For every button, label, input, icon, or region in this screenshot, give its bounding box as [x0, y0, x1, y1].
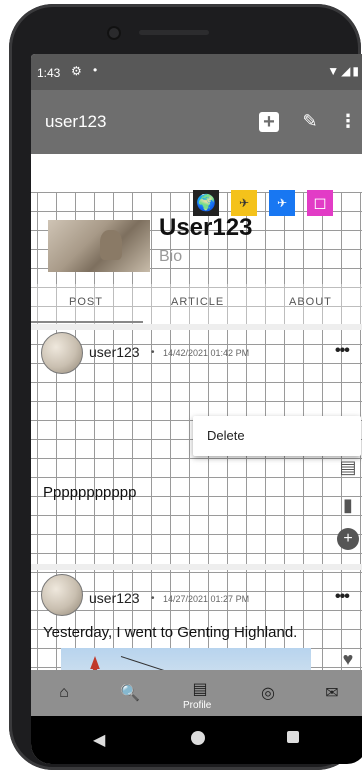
- profile-bio: Bio: [159, 248, 183, 265]
- divider: [31, 324, 362, 330]
- avatar[interactable]: [41, 574, 83, 616]
- post-username[interactable]: user123: [89, 344, 140, 360]
- profile-name: User123: [159, 214, 253, 241]
- globe-icon[interactable]: 🌍: [193, 190, 219, 216]
- tab-indicator: [31, 321, 143, 323]
- flight-icon[interactable]: ✈: [269, 190, 295, 216]
- app-bar-title: user123: [45, 112, 107, 131]
- tab-article[interactable]: ARTICLE: [171, 296, 224, 308]
- app-bar: user123 + ✎ ⋮: [31, 90, 362, 154]
- home-icon[interactable]: ⌂: [49, 680, 79, 706]
- profile-cover-image: [48, 220, 150, 272]
- travel-icon[interactable]: ✈: [231, 190, 257, 216]
- post-separator: •: [151, 347, 155, 358]
- earpiece-speaker: [139, 30, 209, 35]
- phone-frame: 1:43 ⚙ • ▼◢▮ user123 + ✎ ⋮ 🌍 ✈ ✈ ◻ User1…: [9, 4, 362, 770]
- status-time: 1:43: [37, 66, 61, 80]
- post-timestamp: 14/27/2021 01:27 PM: [163, 594, 250, 604]
- post-timestamp: 14/42/2021 01:42 PM: [163, 348, 250, 358]
- home-circle-icon[interactable]: [191, 731, 205, 745]
- heart-icon[interactable]: ♥: [337, 648, 359, 670]
- post-text: Ppppppppppp: [43, 484, 137, 501]
- tab-about[interactable]: ABOUT: [289, 296, 332, 308]
- post-separator: •: [151, 593, 155, 604]
- delete-menu-item[interactable]: Delete: [207, 428, 245, 443]
- profile-tabs: POST ARTICLE ABOUT: [31, 284, 362, 324]
- add-circle-icon[interactable]: +: [337, 528, 359, 550]
- cable-line: [120, 656, 311, 670]
- bookmark-icon[interactable]: ◻: [307, 190, 333, 216]
- post-text: Yesterday, I went to Genting Highland.: [43, 624, 298, 641]
- pagoda-figure: [84, 656, 106, 670]
- search-icon[interactable]: 🔍: [115, 680, 145, 706]
- profile-nav-label[interactable]: Profile: [183, 700, 211, 711]
- comment-icon[interactable]: ▤: [337, 456, 359, 478]
- profile-feed[interactable]: 🌍 ✈ ✈ ◻ User123 Bio POST ARTICLE ABOUT u…: [31, 154, 362, 670]
- mail-icon[interactable]: ✉: [317, 680, 347, 706]
- post-image[interactable]: [61, 648, 311, 670]
- post-more-button[interactable]: •••: [335, 342, 350, 360]
- post-more-button[interactable]: •••: [335, 588, 350, 606]
- post-username[interactable]: user123: [89, 590, 140, 606]
- gear-icon: ⚙: [71, 64, 82, 78]
- quick-icons-row: 🌍 ✈ ✈ ◻: [193, 190, 333, 216]
- header-spacer: [31, 154, 362, 192]
- divider: [31, 564, 362, 570]
- edit-icon[interactable]: ✎: [299, 110, 321, 132]
- system-status-icons: ▼◢▮: [327, 64, 361, 78]
- more-vert-icon[interactable]: ⋮: [337, 110, 359, 132]
- cat-figure: [100, 230, 122, 260]
- back-icon[interactable]: ◀: [93, 730, 105, 750]
- system-navigation-bar: ◀: [31, 716, 362, 764]
- screen: 1:43 ⚙ • ▼◢▮ user123 + ✎ ⋮ 🌍 ✈ ✈ ◻ User1…: [31, 54, 362, 764]
- camera-icon[interactable]: ◎: [253, 680, 283, 706]
- bottom-navigation: ⌂ 🔍 ▤ Profile ◎ ✉: [31, 670, 362, 716]
- status-bar: 1:43 ⚙ • ▼◢▮: [31, 54, 362, 90]
- profile-icon[interactable]: ▤: [185, 676, 215, 702]
- tab-post[interactable]: POST: [69, 296, 103, 308]
- notification-dot-icon: •: [93, 63, 98, 77]
- recent-apps-icon[interactable]: [287, 731, 299, 743]
- front-camera: [107, 26, 121, 40]
- add-icon[interactable]: +: [259, 112, 279, 132]
- avatar[interactable]: [41, 332, 83, 374]
- bookmark-icon[interactable]: ▮: [337, 494, 359, 516]
- post-context-menu: Delete: [193, 416, 361, 456]
